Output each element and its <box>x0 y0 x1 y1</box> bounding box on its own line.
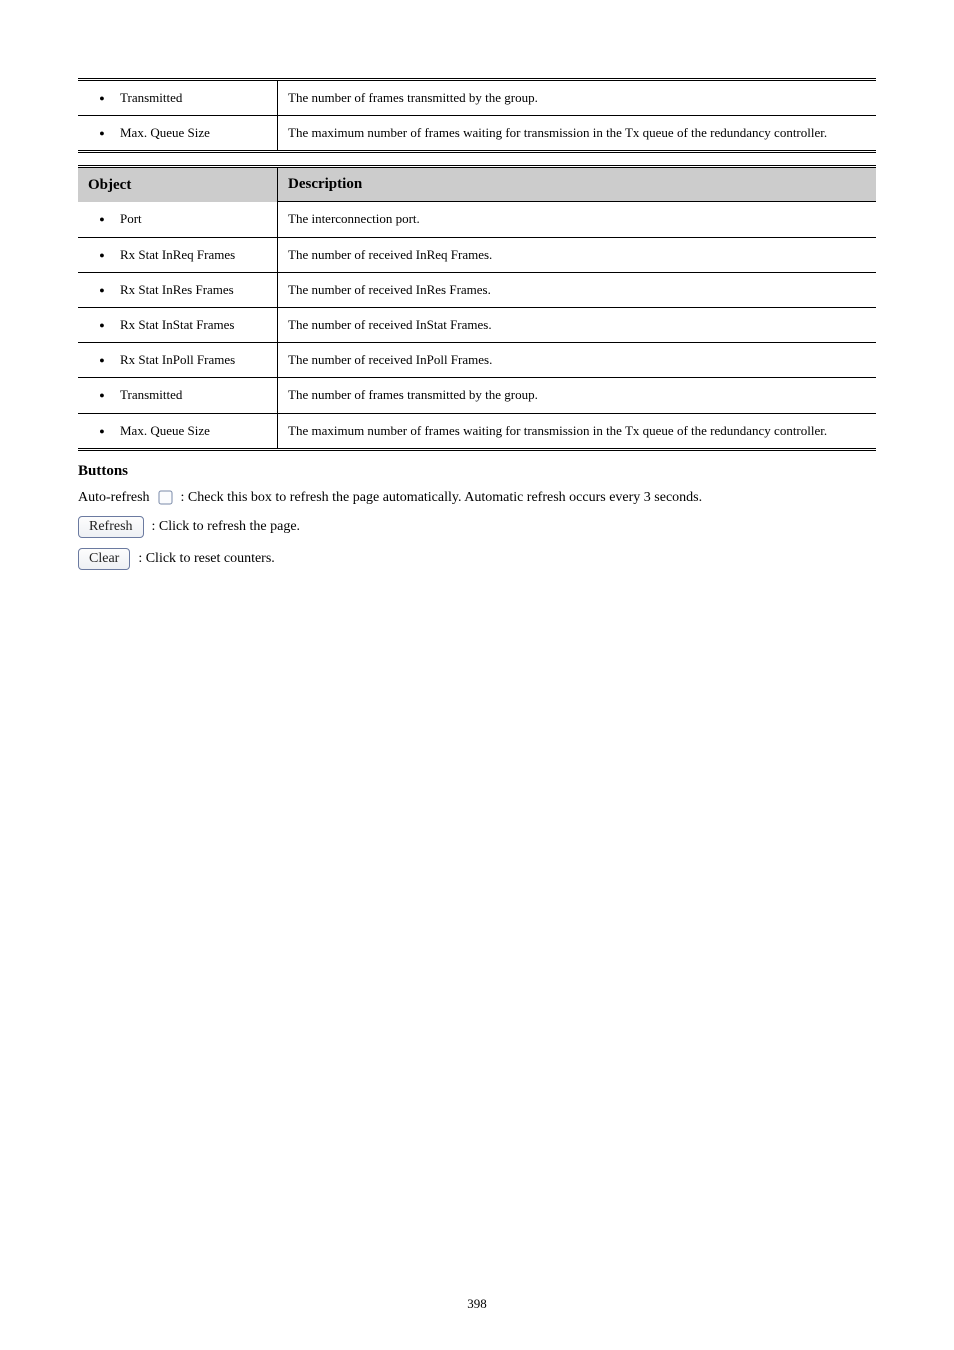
clear-button[interactable]: Clear <box>78 548 130 570</box>
table-row: Rx Stat InRes Frames The number of recei… <box>78 272 876 307</box>
table-row: Rx Stat InStat Frames The number of rece… <box>78 307 876 342</box>
row-desc: The number of received InRes Frames. <box>278 272 877 307</box>
table-row: Port The interconnection port. <box>78 202 876 237</box>
bullet-icon <box>84 246 120 264</box>
table-row: Max. Queue Size The maximum number of fr… <box>78 413 876 449</box>
table-row: Transmitted The number of frames transmi… <box>78 80 876 116</box>
bullet-icon <box>84 351 120 369</box>
row-label: Max. Queue Size <box>120 422 271 440</box>
bullet-icon <box>84 316 120 334</box>
buttons-section: Buttons Auto-refresh : Check this box to… <box>78 463 876 570</box>
bullet-icon <box>84 89 120 107</box>
autorefresh-prefix: Auto-refresh <box>78 490 150 506</box>
row-desc: The number of frames transmitted by the … <box>278 80 877 116</box>
row-desc: The number of received InStat Frames. <box>278 307 877 342</box>
row-label: Rx Stat InStat Frames <box>120 316 271 334</box>
row-desc: The number of frames transmitted by the … <box>278 378 877 413</box>
clear-desc: : Click to reset counters. <box>138 551 274 567</box>
bullet-icon <box>84 422 120 440</box>
bullet-icon <box>84 281 120 299</box>
bullet-icon <box>84 124 120 142</box>
row-desc: The interconnection port. <box>278 202 877 237</box>
buttons-heading: Buttons <box>78 463 876 480</box>
row-label: Transmitted <box>120 89 271 107</box>
table-row: Rx Stat InPoll Frames The number of rece… <box>78 343 876 378</box>
table-row: Max. Queue Size The maximum number of fr… <box>78 116 876 152</box>
row-label: Max. Queue Size <box>120 124 271 142</box>
table-row: Transmitted The number of frames transmi… <box>78 378 876 413</box>
header-description: Description <box>278 167 877 202</box>
row-desc: The number of received InReq Frames. <box>278 237 877 272</box>
refresh-button[interactable]: Refresh <box>78 516 144 538</box>
page-number: 398 <box>0 1296 954 1312</box>
stats-table-1: Transmitted The number of frames transmi… <box>78 78 876 153</box>
table-row: Rx Stat InReq Frames The number of recei… <box>78 237 876 272</box>
autorefresh-text: : Check this box to refresh the page aut… <box>181 490 703 506</box>
checkbox-icon[interactable] <box>158 490 173 505</box>
refresh-desc: : Click to refresh the page. <box>152 519 301 535</box>
row-label: Transmitted <box>120 386 271 404</box>
stats-table-2: Object Description Port The interconnect… <box>78 165 876 450</box>
row-desc: The maximum number of frames waiting for… <box>278 116 877 152</box>
row-label: Rx Stat InRes Frames <box>120 281 271 299</box>
row-desc: The number of received InPoll Frames. <box>278 343 877 378</box>
bullet-icon <box>84 386 120 404</box>
row-label: Rx Stat InPoll Frames <box>120 351 271 369</box>
row-desc: The maximum number of frames waiting for… <box>278 413 877 449</box>
header-object: Object <box>78 167 278 202</box>
table-header: Object Description <box>78 167 876 202</box>
bullet-icon <box>84 210 120 228</box>
row-label: Port <box>120 210 271 228</box>
row-label: Rx Stat InReq Frames <box>120 246 271 264</box>
